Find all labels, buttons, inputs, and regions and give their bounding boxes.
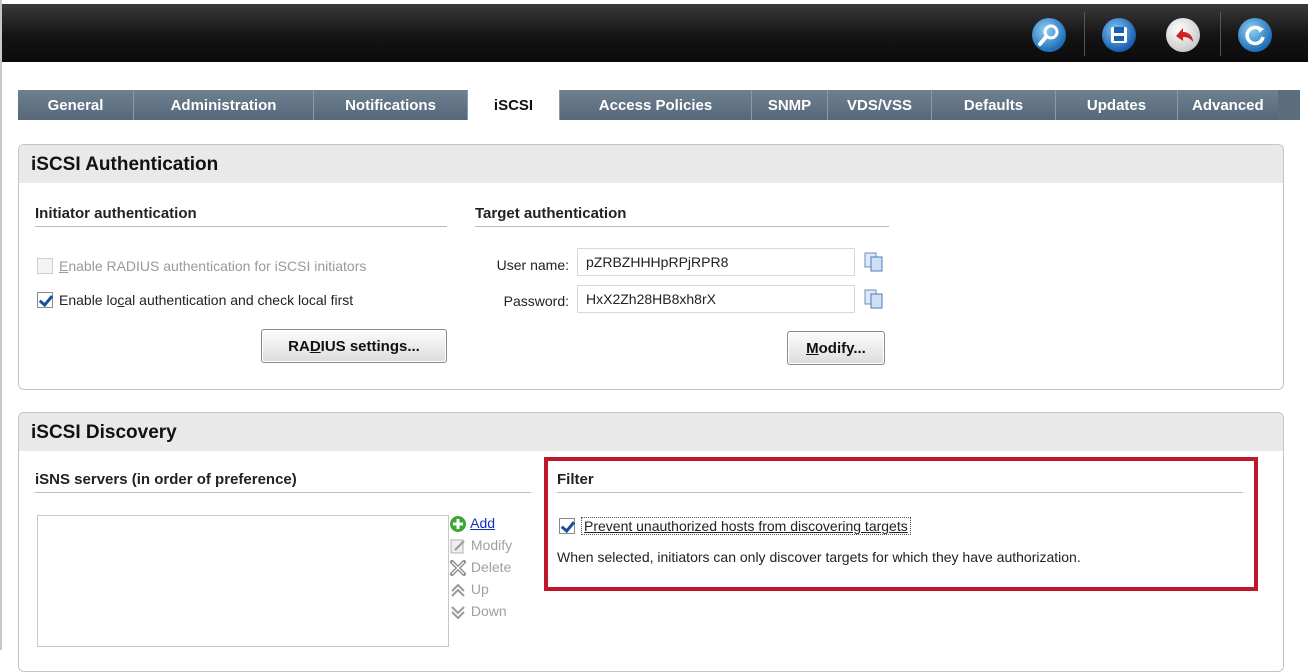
- chevron-down-icon: [451, 606, 465, 620]
- toolbar-separator: [1220, 12, 1221, 56]
- local-auth-label-pre: Enable lo: [59, 292, 118, 309]
- copy-password-icon[interactable]: [863, 288, 885, 310]
- radius-settings-button[interactable]: RADIUS settings...: [261, 329, 447, 363]
- username-label: User name:: [496, 257, 569, 273]
- delete-link: Delete: [470, 559, 512, 575]
- isns-actions: Add Modify Delete Up Down: [449, 515, 512, 625]
- radius-btn-post: IUS settings...: [320, 337, 420, 355]
- add-action: Add: [449, 515, 512, 537]
- tab-advanced[interactable]: Advanced: [1178, 90, 1278, 120]
- panel-title: iSCSI Authentication: [19, 145, 1283, 183]
- add-icon[interactable]: [449, 515, 467, 533]
- modify-action: Modify: [449, 537, 512, 559]
- delete-icon: [450, 560, 466, 577]
- tab-defaults[interactable]: Defaults: [932, 90, 1056, 120]
- tab-updates[interactable]: Updates: [1056, 90, 1178, 120]
- save-icon[interactable]: [1102, 18, 1136, 52]
- tab-snmp[interactable]: SNMP: [752, 90, 828, 120]
- delete-action: Delete: [449, 559, 512, 581]
- refresh-icon[interactable]: [1238, 18, 1272, 52]
- radius-btn-mnemonic: D: [309, 337, 321, 355]
- local-auth-checkbox[interactable]: [37, 292, 53, 309]
- edit-icon: [450, 539, 465, 554]
- radius-auth-label: Enable RADIUS authentication for iSCSI i…: [59, 258, 366, 274]
- modify-btn-post: odify...: [818, 339, 866, 357]
- toolbar-separator: [1084, 12, 1085, 56]
- radius-btn-pre: RA: [288, 337, 310, 355]
- copy-username-icon[interactable]: [863, 251, 885, 273]
- undo-icon[interactable]: [1166, 18, 1200, 52]
- modify-link: Modify: [470, 537, 513, 553]
- local-auth-label: Enable local authentication and check lo…: [59, 292, 353, 308]
- password-label: Password:: [503, 293, 569, 309]
- tab-general[interactable]: General: [18, 90, 134, 120]
- modify-button[interactable]: Modify...: [787, 331, 885, 365]
- down-action: Down: [449, 603, 512, 625]
- filter-highlight-box: [544, 457, 1258, 591]
- tab-administration[interactable]: Administration: [134, 90, 314, 120]
- iscsi-authentication-panel: iSCSI Authentication Initiator authentic…: [18, 144, 1284, 390]
- local-auth-label-post: al authentication and check local first: [124, 292, 354, 309]
- top-toolbar: [2, 4, 1308, 62]
- isns-servers-heading: iSNS servers (in order of preference): [35, 471, 531, 493]
- username-field[interactable]: [577, 248, 855, 276]
- tab-access-policies[interactable]: Access Policies: [560, 90, 752, 120]
- down-link: Down: [470, 603, 507, 619]
- radius-auth-label-rest: nable RADIUS authentication for iSCSI in…: [68, 258, 367, 275]
- chevron-up-icon: [451, 583, 465, 598]
- radius-auth-mnemonic: E: [59, 258, 69, 275]
- modify-btn-mnemonic: M: [806, 339, 819, 357]
- radius-auth-option: Enable RADIUS authentication for iSCSI i…: [37, 257, 366, 275]
- panel-title: iSCSI Discovery: [19, 413, 1283, 451]
- initiator-authentication-heading: Initiator authentication: [35, 205, 447, 227]
- isns-server-list[interactable]: [37, 515, 449, 647]
- local-auth-option: Enable local authentication and check lo…: [37, 291, 353, 309]
- search-icon[interactable]: [1032, 18, 1066, 52]
- add-link[interactable]: Add: [470, 515, 495, 531]
- up-link: Up: [470, 581, 489, 597]
- tab-vds-vss[interactable]: VDS/VSS: [828, 90, 932, 120]
- radius-auth-checkbox[interactable]: [37, 258, 53, 275]
- up-action: Up: [449, 581, 512, 603]
- password-field[interactable]: [577, 285, 855, 313]
- target-authentication-heading: Target authentication: [475, 205, 889, 227]
- tab-iscsi[interactable]: iSCSI: [468, 90, 560, 120]
- tab-bar: General Administration Notifications iSC…: [18, 90, 1300, 120]
- tab-notifications[interactable]: Notifications: [314, 90, 468, 120]
